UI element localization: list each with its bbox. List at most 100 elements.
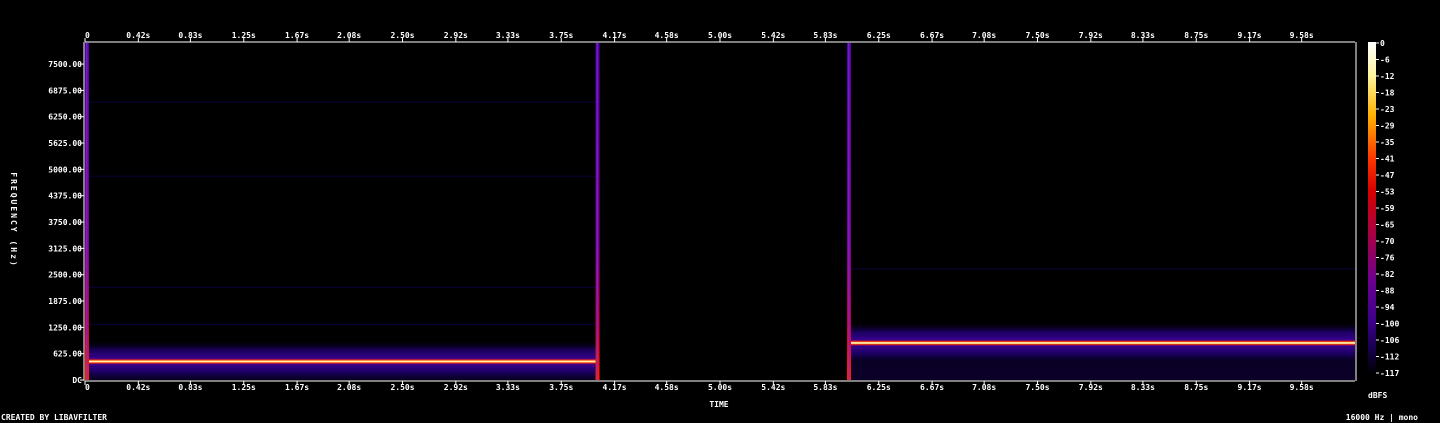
x-tick-label-bottom: 9.17s: [1238, 383, 1262, 392]
x-tick-label-top: 5.42s: [761, 31, 785, 40]
y-tick-label: 7500.00: [48, 60, 82, 69]
x-tick-label-bottom: 7.92s: [1079, 383, 1103, 392]
colorbar-label: dBFS: [1368, 391, 1387, 400]
colorbar-ticks: 0 -6 -12 -18 -23 -29 -35 -41 -47 -53 -59 -65 -70 -76 -…: [1376, 39, 1399, 378]
x-tick-label-bottom: 9.58s: [1290, 383, 1314, 392]
y-tick-label: 6875.00: [48, 86, 82, 95]
harmonic-line: [85, 175, 596, 177]
harmonic-line: [85, 286, 596, 289]
x-tick-label-bottom: 2.08s: [337, 383, 361, 392]
x-tick-label-top: 3.75s: [549, 31, 573, 40]
x-tick-label-top: 0.83s: [178, 31, 202, 40]
x-tick-label-bottom: 6.67s: [920, 383, 944, 392]
y-tick-label: 4375.00: [48, 192, 82, 201]
colorbar-tick-label: -112: [1380, 353, 1399, 362]
x-tick-label-top: 0.42s: [126, 31, 150, 40]
x-tick-label-bottom: 5.42s: [761, 383, 785, 392]
harmonic-line: [847, 268, 1355, 270]
x-tick-label-top: 4.17s: [603, 31, 627, 40]
x-tick-label-bottom: 4.58s: [655, 383, 679, 392]
y-tick-label: 2500.00: [48, 271, 82, 280]
info-text: 16000 Hz | mono: [1346, 413, 1418, 422]
x-tick-label-top: 5.83s: [813, 31, 837, 40]
x-axis-top: 0 0.42s 0.83s 1.25s 1.67s 2.08s 2.50s 2.92s 3.33…: [84, 31, 1314, 42]
x-tick-label-bottom: 7.50s: [1025, 383, 1049, 392]
colorbar-tick-label: -12: [1380, 72, 1395, 81]
colorbar-tick-label: -47: [1380, 171, 1395, 180]
colorbar-tick-label: -6: [1380, 56, 1390, 65]
x-tick-label-bottom: 3.33s: [496, 383, 520, 392]
x-tick-label-top: 3.33s: [496, 31, 520, 40]
colorbar-tick-label: -29: [1380, 122, 1395, 131]
y-axis-label: FREQUENCY (Hz): [9, 172, 18, 267]
tone-line: [85, 360, 596, 363]
colorbar-tick-label: -100: [1380, 320, 1399, 329]
tone-line: [847, 342, 1355, 344]
x-tick-label-top: 9.58s: [1290, 31, 1314, 40]
colorbar-tick-label: -18: [1380, 89, 1395, 98]
x-tick-label-bottom: 4.17s: [603, 383, 627, 392]
colorbar-tick-label: -59: [1380, 204, 1395, 213]
y-tick-label: 1250.00: [48, 323, 82, 332]
colorbar-tick-label: -23: [1380, 105, 1395, 114]
colorbar-tick-label: -88: [1380, 287, 1395, 296]
colorbar-tick-label: -70: [1380, 237, 1395, 246]
x-tick-label-bottom: 0: [85, 383, 90, 392]
colorbar-tick-label: 0: [1380, 39, 1385, 48]
colorbar-tick-label: -106: [1380, 336, 1399, 345]
x-tick-label-bottom: 1.67s: [285, 383, 309, 392]
y-tick-label: 3750.00: [48, 218, 82, 227]
y-tick-label: 5000.00: [48, 165, 82, 174]
x-tick-label-bottom: 7.08s: [972, 383, 996, 392]
x-tick-label-bottom: 1.25s: [232, 383, 256, 392]
y-tick-label: 625.00: [53, 350, 82, 359]
y-tick-label: DC: [72, 376, 82, 385]
x-tick-label-bottom: 0.83s: [178, 383, 202, 392]
x-tick-label-bottom: 2.92s: [444, 383, 468, 392]
x-tick-label-bottom: 3.75s: [549, 383, 573, 392]
colorbar-tick-label: -76: [1380, 254, 1395, 263]
spectrogram: 0 0.42s 0.83s 1.25s 1.67s 2.08s 2.50s 2.92s 3.33…: [1, 31, 1418, 422]
x-tick-label-bottom: 8.75s: [1184, 383, 1208, 392]
colorbar-tick-label: -117: [1380, 369, 1399, 378]
x-tick-label-top: 7.92s: [1079, 31, 1103, 40]
x-tick-label-top: 2.08s: [337, 31, 361, 40]
transient-core: [596, 43, 599, 380]
colorbar-tick-label: -35: [1380, 138, 1395, 147]
x-tick-label-top: 6.25s: [867, 31, 891, 40]
x-tick-label-bottom: 0.42s: [126, 383, 150, 392]
x-tick-label-bottom: 8.33s: [1131, 383, 1155, 392]
x-tick-label-top: 0: [85, 31, 90, 40]
harmonic-line: [85, 323, 596, 326]
y-tick-label: 3125.00: [48, 244, 82, 253]
colorbar-tick-label: -65: [1380, 221, 1395, 230]
colorbar-tick-label: -94: [1380, 303, 1395, 312]
x-tick-label-bottom: 2.50s: [390, 383, 414, 392]
x-tick-label-top: 8.33s: [1131, 31, 1155, 40]
x-tick-label-top: 2.92s: [444, 31, 468, 40]
y-tick-label: 5625.00: [48, 139, 82, 148]
colorbar-tick-label: -53: [1380, 188, 1395, 197]
x-tick-label-top: 7.08s: [972, 31, 996, 40]
transient-core: [848, 43, 850, 380]
y-tick-label: 6250.00: [48, 113, 82, 122]
x-tick-label-top: 8.75s: [1184, 31, 1208, 40]
harmonic-line: [85, 101, 596, 103]
x-tick-label-bottom: 5.00s: [708, 383, 732, 392]
x-tick-label-top: 4.58s: [655, 31, 679, 40]
x-tick-label-bottom: 5.83s: [813, 383, 837, 392]
transient-core: [86, 43, 88, 380]
x-tick-label-top: 6.67s: [920, 31, 944, 40]
x-tick-label-top: 9.17s: [1238, 31, 1262, 40]
colorbar-tick-label: -41: [1380, 155, 1395, 164]
credit-text: CREATED BY LIBAVFILTER: [1, 413, 107, 422]
x-tick-label-bottom: 6.25s: [867, 383, 891, 392]
y-axis: DC 625.00 1250.00 1875.00 2500.00 3125.00 3750…: [48, 60, 84, 385]
colorbar-tick-label: -82: [1380, 270, 1395, 279]
x-tick-label-top: 5.00s: [708, 31, 732, 40]
x-tick-label-top: 2.50s: [390, 31, 414, 40]
colorbar: [1368, 42, 1376, 374]
x-tick-label-top: 1.25s: [232, 31, 256, 40]
x-tick-label-top: 7.50s: [1025, 31, 1049, 40]
x-tick-label-top: 1.67s: [285, 31, 309, 40]
